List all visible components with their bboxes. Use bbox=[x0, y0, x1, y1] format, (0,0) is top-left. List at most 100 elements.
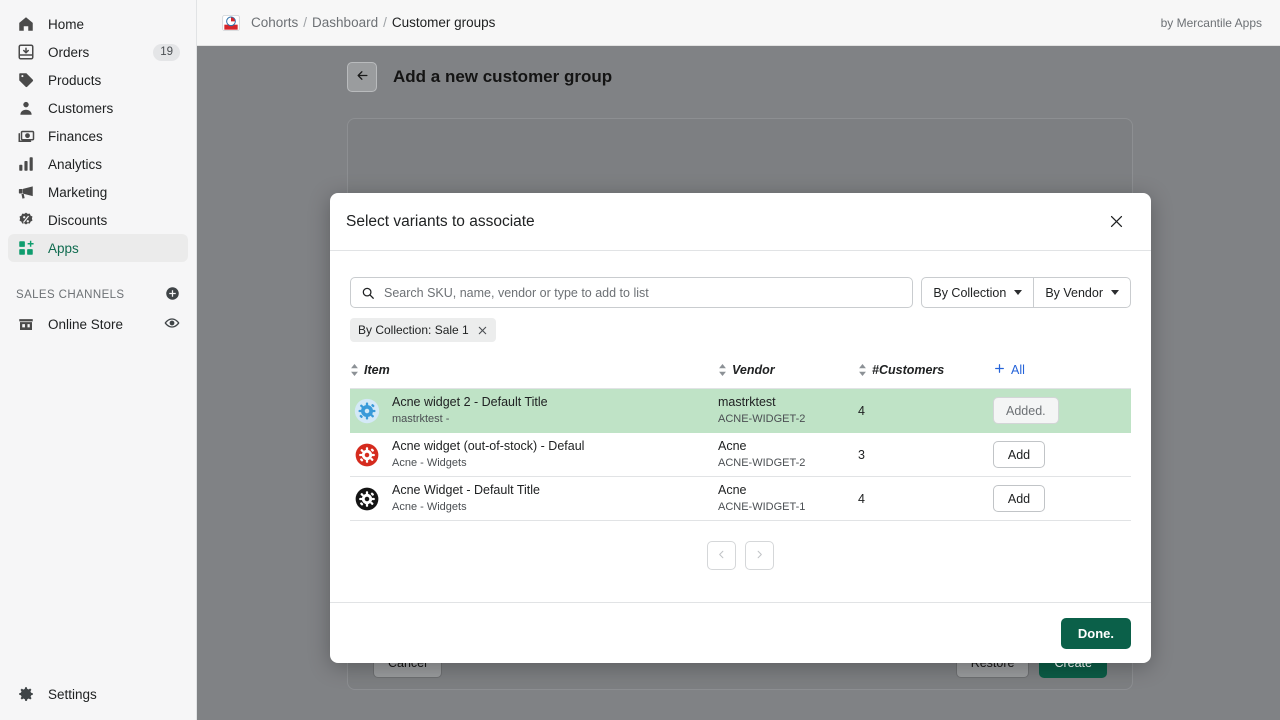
sidebar-item-marketing[interactable]: Marketing bbox=[8, 178, 188, 206]
add-all-button[interactable]: All bbox=[993, 362, 1131, 378]
active-filter-chips: By Collection: Sale 1 bbox=[350, 318, 1131, 342]
pagination-prev-button[interactable] bbox=[707, 541, 736, 570]
sidebar-item-analytics[interactable]: Analytics bbox=[8, 150, 188, 178]
app-root: Home Orders 19 Products Customers Financ… bbox=[0, 0, 1280, 720]
search-field[interactable] bbox=[350, 277, 914, 308]
column-header-vendor[interactable]: Vendor bbox=[718, 356, 858, 389]
vendor-sku: ACNE-WIDGET-1 bbox=[718, 501, 806, 513]
modal-title: Select variants to associate bbox=[346, 212, 535, 230]
customer-count: 4 bbox=[858, 491, 865, 506]
breadcrumb-separator: / bbox=[303, 15, 308, 30]
sidebar-item-finances[interactable]: Finances bbox=[8, 122, 188, 150]
item-subtitle: Acne - Widgets bbox=[392, 457, 467, 469]
sidebar-item-label: Marketing bbox=[48, 184, 108, 200]
cell-vendor: Acne ACNE-WIDGET-2 bbox=[718, 432, 858, 477]
search-icon bbox=[361, 286, 377, 300]
page-stage: Add a new customer group Cancel Restore … bbox=[197, 46, 1280, 720]
breadcrumb: Cohorts / Dashboard / Customer groups bbox=[251, 15, 495, 30]
pagination bbox=[350, 541, 1131, 570]
add-all-label: All bbox=[1011, 363, 1025, 377]
sidebar-item-orders[interactable]: Orders 19 bbox=[8, 38, 188, 66]
column-header-customers[interactable]: #Customers bbox=[858, 356, 993, 389]
sidebar-item-settings[interactable]: Settings bbox=[8, 680, 189, 708]
sidebar-item-label: Finances bbox=[48, 128, 103, 144]
table-row[interactable]: Acne widget (out-of-stock) - Defaul Acne… bbox=[350, 432, 1131, 477]
by-vendor-filter-button[interactable]: By Vendor bbox=[1034, 277, 1131, 308]
sidebar-item-label: Analytics bbox=[48, 156, 103, 172]
back-button[interactable] bbox=[347, 62, 377, 92]
pagination-next-button[interactable] bbox=[745, 541, 774, 570]
add-channel-icon[interactable] bbox=[165, 286, 180, 304]
variants-table-head: Item Vendor #Customers All bbox=[350, 356, 1131, 389]
cell-item: Acne widget (out-of-stock) - Defaul Acne… bbox=[350, 432, 718, 477]
apps-grid-plus-icon bbox=[16, 238, 36, 258]
add-button[interactable]: Add bbox=[993, 485, 1045, 512]
cell-vendor: Acne ACNE-WIDGET-1 bbox=[718, 476, 858, 521]
sidebar-item-apps[interactable]: Apps bbox=[8, 234, 188, 262]
sort-icon bbox=[718, 364, 727, 376]
sidebar-item-customers[interactable]: Customers bbox=[8, 94, 188, 122]
cell-customers: 4 bbox=[858, 476, 993, 521]
column-header-label: Item bbox=[364, 363, 390, 377]
sidebar-item-label: Discounts bbox=[48, 212, 108, 228]
sidebar-item-label: Home bbox=[48, 16, 85, 32]
done-button[interactable]: Done. bbox=[1060, 617, 1131, 649]
sidebar-settings-row: Settings bbox=[0, 680, 197, 708]
vendor-name: Acne bbox=[718, 439, 747, 453]
discount-badge-icon bbox=[16, 210, 36, 230]
column-header-item[interactable]: Item bbox=[350, 356, 718, 389]
page-header: Add a new customer group bbox=[197, 46, 1280, 92]
item-title: Acne widget 2 - Default Title bbox=[392, 395, 548, 409]
sidebar-item-discounts[interactable]: Discounts bbox=[8, 206, 188, 234]
by-vendor-label: By Vendor bbox=[1045, 285, 1103, 300]
table-row[interactable]: Acne widget 2 - Default Title mastrktest… bbox=[350, 388, 1131, 433]
sidebar-item-label: Customers bbox=[48, 100, 114, 116]
column-header-label: Vendor bbox=[732, 363, 775, 377]
topbar: Cohorts / Dashboard / Customer groups by… bbox=[197, 0, 1280, 46]
megaphone-icon bbox=[16, 182, 36, 202]
plus-icon bbox=[993, 362, 1006, 378]
column-header-actions: All bbox=[993, 356, 1131, 389]
home-icon bbox=[16, 14, 36, 34]
variants-table: Item Vendor #Customers All Acne widget 2… bbox=[350, 356, 1131, 521]
cell-action: Add bbox=[993, 476, 1131, 521]
added-button[interactable]: Added. bbox=[993, 397, 1059, 424]
chevron-down-icon bbox=[1111, 290, 1119, 295]
close-icon[interactable] bbox=[1103, 209, 1129, 235]
variants-table-body: Acne widget 2 - Default Title mastrktest… bbox=[350, 388, 1131, 521]
breadcrumb-separator: / bbox=[383, 15, 387, 30]
sidebar-item-products[interactable]: Products bbox=[8, 66, 188, 94]
section-label: SALES CHANNELS bbox=[16, 289, 125, 301]
modal-footer: Done. bbox=[330, 602, 1151, 663]
customer-count: 4 bbox=[858, 403, 865, 418]
breadcrumb-current: Customer groups bbox=[391, 15, 496, 30]
sidebar-item-label: Apps bbox=[48, 240, 79, 256]
banknote-icon bbox=[16, 126, 36, 146]
table-header-row: Item Vendor #Customers All bbox=[350, 356, 1131, 389]
sort-icon bbox=[858, 364, 867, 376]
by-collection-filter-button[interactable]: By Collection bbox=[921, 277, 1035, 308]
filter-chip[interactable]: By Collection: Sale 1 bbox=[350, 318, 496, 342]
breadcrumb-root[interactable]: Cohorts bbox=[251, 15, 298, 30]
tag-icon bbox=[16, 70, 36, 90]
sidebar-item-online-store[interactable]: Online Store bbox=[8, 310, 188, 338]
item-subtitle: Acne - Widgets bbox=[392, 501, 467, 513]
person-icon bbox=[16, 98, 36, 118]
gear-icon bbox=[354, 442, 380, 468]
gear-icon bbox=[16, 684, 36, 704]
cohorts-logo-icon bbox=[221, 13, 241, 33]
add-button[interactable]: Add bbox=[993, 441, 1045, 468]
close-icon[interactable] bbox=[477, 325, 488, 336]
search-input[interactable] bbox=[384, 285, 903, 300]
table-row[interactable]: Acne Widget - Default Title Acne - Widge… bbox=[350, 476, 1131, 521]
main-area: Cohorts / Dashboard / Customer groups by… bbox=[197, 0, 1280, 720]
preview-store-eye-icon[interactable] bbox=[164, 315, 180, 334]
orders-inbox-icon bbox=[16, 42, 36, 62]
sidebar-item-home[interactable]: Home bbox=[8, 10, 188, 38]
item-title: Acne widget (out-of-stock) - Defaul bbox=[392, 439, 585, 453]
vendor-name: mastrktest bbox=[718, 395, 776, 409]
chevron-down-icon bbox=[1014, 290, 1023, 295]
breadcrumb-dashboard[interactable]: Dashboard bbox=[312, 15, 378, 30]
gear-icon bbox=[354, 486, 380, 512]
